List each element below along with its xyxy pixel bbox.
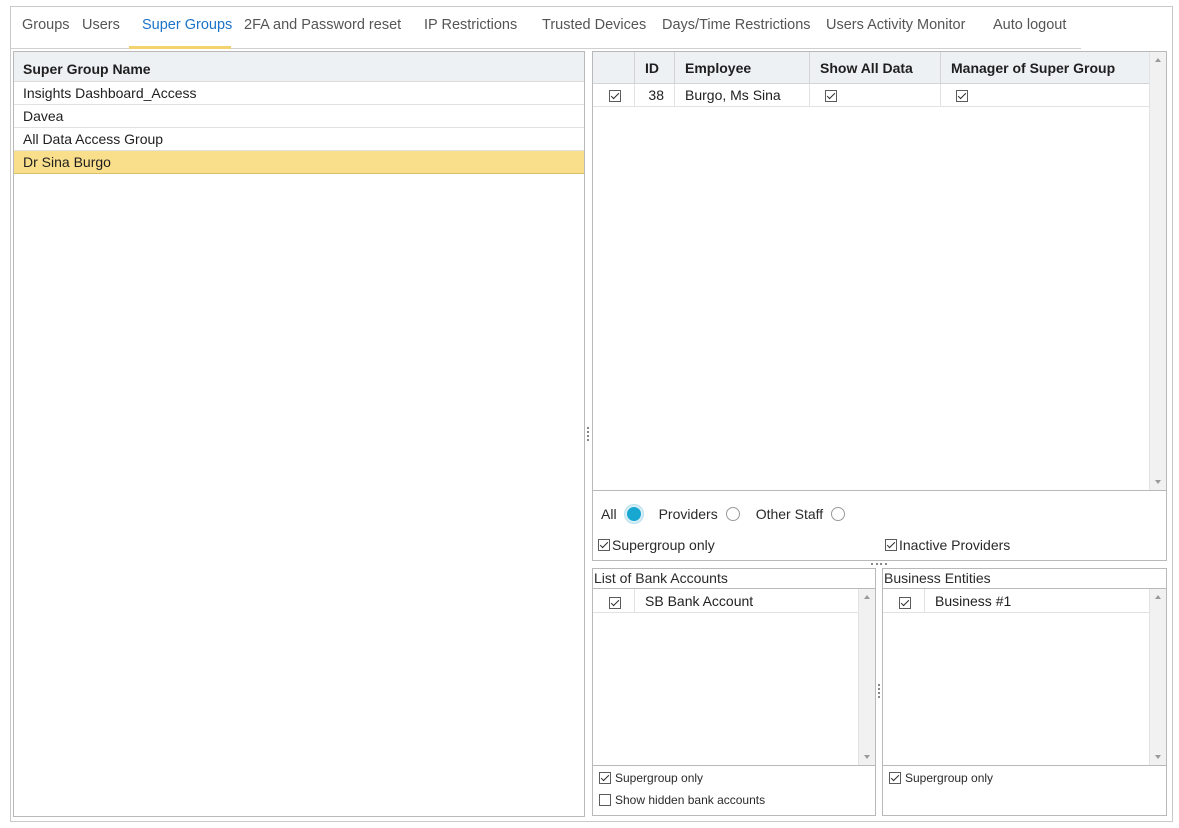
show-hidden-bank-accounts-checkbox[interactable] [599, 794, 611, 806]
business-entity-name: Business #1 [935, 593, 1012, 609]
business-supergroup-only-checkbox[interactable] [889, 772, 901, 784]
supergroup-only-option[interactable]: Supergroup only [598, 537, 715, 553]
window-frame: Groups Users Super Groups 2FA and Passwo… [10, 6, 1173, 822]
bank-supergroup-only-option[interactable]: Supergroup only [599, 771, 703, 785]
manager-of-super-group-checkbox[interactable] [956, 90, 968, 103]
business-supergroup-only-label: Supergroup only [905, 771, 994, 785]
table-row[interactable]: 38 Burgo, Ms Sina [593, 84, 1149, 107]
business-entities-grid: Business #1 [882, 588, 1167, 766]
tab-2fa-password-reset[interactable]: 2FA and Password reset [244, 17, 401, 33]
employee-filter-panel: All Providers Other Staff Supergroup onl… [592, 491, 1167, 561]
super-group-row[interactable]: Insights Dashboard_Access [14, 82, 584, 105]
tab-auto-logout[interactable]: Auto logout [993, 17, 1066, 33]
super-group-row[interactable]: All Data Access Group [14, 128, 584, 151]
scroll-down-icon[interactable] [864, 755, 870, 759]
radio-providers-label: Providers [658, 506, 718, 522]
bank-account-name: SB Bank Account [645, 593, 754, 609]
table-row[interactable]: Business #1 [883, 589, 1149, 613]
members-grid-scrollbar[interactable] [1149, 52, 1166, 490]
super-group-name-header[interactable]: Super Group Name [14, 52, 584, 82]
show-all-data-column-header[interactable]: Show All Data [810, 52, 941, 84]
bank-accounts-title: List of Bank Accounts [592, 568, 876, 588]
tab-super-groups[interactable]: Super Groups [142, 17, 232, 33]
radio-providers[interactable] [725, 507, 740, 521]
id-column-header[interactable]: ID [635, 52, 675, 84]
show-hidden-bank-accounts-option[interactable]: Show hidden bank accounts [599, 793, 765, 807]
members-grid-header: ID Employee Show All Data Manager of Sup… [593, 52, 1149, 84]
inactive-providers-label: Inactive Providers [899, 537, 1011, 553]
vertical-splitter-handle[interactable] [586, 427, 590, 441]
inactive-providers-checkbox[interactable] [885, 539, 897, 551]
supergroup-only-label: Supergroup only [612, 537, 715, 553]
supergroup-only-checkbox[interactable] [598, 539, 610, 551]
tab-bar: Groups Users Super Groups 2FA and Passwo… [11, 7, 1081, 49]
radio-all[interactable] [624, 505, 643, 523]
scroll-down-icon[interactable] [1155, 480, 1161, 484]
business-entities-title: Business Entities [882, 568, 1167, 588]
super-group-list: Super Group Name Insights Dashboard_Acce… [13, 51, 585, 817]
business-entities-options: Supergroup only [882, 766, 1167, 816]
tab-ip-restrictions[interactable]: IP Restrictions [424, 17, 517, 33]
employee-column-header[interactable]: Employee [675, 52, 810, 84]
scroll-up-icon[interactable] [1155, 58, 1161, 62]
tab-days-time-restrictions[interactable]: Days/Time Restrictions [662, 17, 811, 33]
bank-supergroup-only-checkbox[interactable] [599, 772, 611, 784]
radio-other-staff-label: Other Staff [755, 506, 824, 522]
bank-supergroup-only-label: Supergroup only [615, 771, 704, 785]
manager-column-header[interactable]: Manager of Super Group [941, 52, 1149, 84]
employee-id-cell: 38 [635, 84, 675, 107]
tab-users-activity-monitor[interactable]: Users Activity Monitor [826, 17, 965, 33]
row-select-checkbox[interactable] [609, 90, 621, 103]
scroll-down-icon[interactable] [1155, 755, 1161, 759]
tab-trusted-devices[interactable]: Trusted Devices [542, 17, 646, 33]
business-entity-checkbox[interactable] [899, 597, 911, 610]
bottom-splitter-handle[interactable] [877, 684, 881, 698]
inactive-providers-option[interactable]: Inactive Providers [885, 537, 1010, 553]
bank-account-checkbox[interactable] [609, 597, 621, 610]
select-column-header[interactable] [593, 52, 635, 84]
bank-accounts-scrollbar[interactable] [858, 589, 875, 765]
horizontal-splitter-handle[interactable] [871, 563, 887, 566]
business-entities-scrollbar[interactable] [1149, 589, 1166, 765]
show-all-data-checkbox[interactable] [825, 90, 837, 103]
radio-all-label: All [601, 506, 617, 522]
super-group-row[interactable]: Davea [14, 105, 584, 128]
scroll-up-icon[interactable] [864, 595, 870, 599]
tab-users[interactable]: Users [82, 17, 120, 33]
business-supergroup-only-option[interactable]: Supergroup only [889, 771, 993, 785]
members-grid: ID Employee Show All Data Manager of Sup… [592, 51, 1167, 491]
scroll-up-icon[interactable] [1155, 595, 1161, 599]
show-hidden-bank-accounts-label: Show hidden bank accounts [615, 793, 766, 807]
super-group-row-selected[interactable]: Dr Sina Burgo [14, 151, 584, 174]
employee-type-radio-group: All Providers Other Staff [601, 505, 861, 523]
active-tab-indicator [129, 46, 231, 49]
bank-accounts-options: Supergroup only Show hidden bank account… [592, 766, 876, 816]
radio-other-staff[interactable] [831, 507, 846, 521]
bank-accounts-grid: SB Bank Account [592, 588, 876, 766]
employee-name-cell: Burgo, Ms Sina [675, 84, 810, 107]
tab-groups[interactable]: Groups [22, 17, 70, 33]
table-row[interactable]: SB Bank Account [593, 589, 858, 613]
